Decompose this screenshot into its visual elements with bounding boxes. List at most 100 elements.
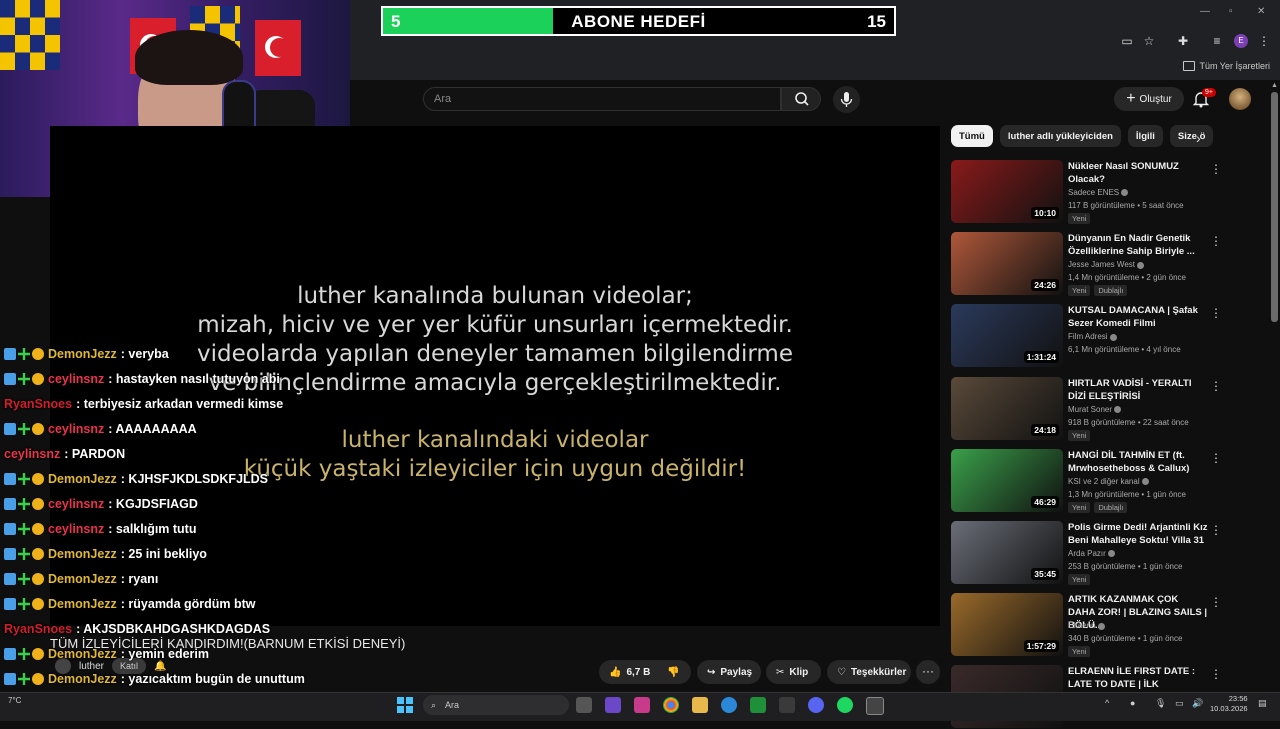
cast-icon[interactable]: ▭ [1120,34,1134,48]
chat-badge-icon [18,473,30,485]
video-thumbnail[interactable]: 24:18 [951,376,1063,440]
more-actions-button[interactable]: ··· [916,660,940,684]
recommended-channel[interactable]: Murat Soner [1068,405,1122,414]
filter-chip[interactable]: İlgili [1127,125,1163,147]
more-options-icon[interactable]: ⋮ [1210,162,1222,176]
maximize-icon[interactable]: ▫ [1229,6,1233,17]
spotify-icon[interactable] [837,697,853,713]
volume-icon[interactable]: 🔊 [1192,698,1203,709]
profile-avatar[interactable]: E [1234,34,1248,48]
discord-icon[interactable] [808,697,824,713]
app-icon[interactable] [634,697,650,713]
tray-chevron-icon[interactable]: ^ [1105,698,1109,708]
file-explorer-icon[interactable] [692,697,708,713]
all-bookmarks-folder[interactable]: Tüm Yer İşaretleri [1183,61,1270,71]
chat-badge-icon [4,523,16,535]
more-options-icon[interactable]: ⋮ [1210,234,1222,248]
more-options-icon[interactable]: ⋮ [1210,595,1222,609]
notification-center-icon[interactable]: ▤ [1258,698,1267,709]
recommended-video-title[interactable]: Dünyanın En Nadir Genetik Özelliklerine … [1068,232,1208,258]
recommended-channel[interactable]: KSI ve 2 diğer kanal [1068,477,1149,486]
filter-chip[interactable]: luther adlı yükleyiciden [999,125,1121,147]
browser-menu-icon[interactable]: ⋮ [1257,34,1271,48]
close-window-icon[interactable]: ✕ [1257,6,1265,17]
filter-chip[interactable]: Size ö [1169,125,1214,147]
recommended-channel[interactable]: Film Adresi [1068,332,1117,341]
recommended-channel[interactable]: Elraenn [1068,621,1105,630]
recommended-video[interactable]: 46:29 HANGİ DİL TAHMİN ET (ft. Mrwhosethe… [951,448,1271,513]
recommended-video-title[interactable]: KUTSAL DAMACANA | Şafak Sezer Komedi Fil… [1068,304,1208,330]
clip-button[interactable]: ✂ Klip [766,660,821,684]
thanks-button[interactable]: ♡ Teşekkürler [827,660,911,684]
like-dislike-group[interactable]: 👍 6,7 B 👎 [599,660,691,684]
recommended-video[interactable]: 1:57:29 ARTIK KAZANMAK ÇOK DAHA ZOR! | BL… [951,593,1271,658]
more-options-icon[interactable]: ⋮ [1210,379,1222,393]
video-thumbnail[interactable]: 1:31:24 [951,304,1063,368]
chat-message: RyanSnoes: AKJSDBKAHDGASHKDAGDAS [4,618,270,640]
chevron-right-icon[interactable]: › [1196,130,1201,146]
chrome-icon[interactable] [663,697,679,713]
chat-badges [4,373,44,385]
edge-icon[interactable] [721,697,737,713]
more-options-icon[interactable]: ⋮ [1210,306,1222,320]
video-thumbnail[interactable]: 10:10 [951,160,1063,223]
recommended-channel[interactable]: Jesse James West [1068,260,1144,269]
video-thumbnail[interactable]: 24:26 [951,232,1063,296]
like-icon[interactable]: 👍 [609,667,621,678]
voice-search-button[interactable] [833,86,860,113]
page-scrollbar[interactable] [1271,92,1278,322]
recommended-video-title[interactable]: HANGİ DİL TAHMİN ET (ft. Mrwhosetheboss … [1068,449,1208,475]
chat-text: : AAAAAAAAA [108,422,197,436]
app-icon[interactable] [779,697,795,713]
recommended-video[interactable]: 1:31:24 KUTSAL DAMACANA | Şafak Sezer Kom… [951,304,1271,368]
weather-widget[interactable]: 7°C [8,696,21,705]
obs-icon[interactable] [866,697,884,715]
more-options-icon[interactable]: ⋮ [1210,667,1222,681]
recommended-video[interactable]: 24:18 HIRTLAR VADİSİ - YERALTI DİZİ ELEŞT… [951,376,1271,441]
app-icon[interactable] [605,697,621,713]
chat-badge-icon [18,523,30,535]
xbox-icon[interactable] [750,697,766,713]
share-button[interactable]: ↪ Paylaş [697,660,761,684]
bookmark-star-icon[interactable]: ☆ [1142,34,1156,48]
dislike-icon[interactable]: 👎 [667,667,679,678]
chat-badges [4,523,44,535]
task-view-icon[interactable] [576,697,592,713]
recommended-video-title[interactable]: Polis Girme Dedi! Arjantinli Kız Beni Ma… [1068,521,1208,547]
video-thumbnail[interactable]: 46:29 [951,448,1063,512]
recommended-video-title[interactable]: Nükleer Nasıl SONUMUZ Olacak? [1068,160,1208,186]
more-options-icon[interactable]: ⋮ [1210,451,1222,465]
search-input[interactable]: Ara [423,87,781,111]
chat-text: : KGJDSFIAGD [108,497,198,511]
wall-flag-red-2 [255,20,301,76]
chat-message: ceylinsnz: AAAAAAAAA [4,418,197,440]
recommended-video[interactable]: 24:26 Dünyanın En Nadir Genetik Özellikle… [951,232,1271,297]
video-thumbnail[interactable]: 1:57:29 [951,593,1063,657]
tray-mic-icon[interactable]: 🎙 [1155,698,1166,709]
search-button[interactable] [781,87,821,111]
plus-icon: + [1126,90,1136,107]
recommended-channel[interactable]: Sadece ENES [1068,188,1129,197]
reading-list-icon[interactable]: ≡ [1210,34,1224,48]
network-icon[interactable]: ▭ [1175,698,1184,709]
extensions-icon[interactable]: ✚ [1176,34,1190,48]
taskbar-search-input[interactable]: ⌕ Ara [423,695,569,715]
tray-app-icon[interactable]: ● [1130,698,1135,708]
chat-message: DemonJezz: veryba [4,343,169,365]
account-avatar[interactable] [1229,88,1251,110]
taskbar-clock[interactable]: 23:56 10.03.2026 [1210,694,1248,714]
recommended-video[interactable]: 35:45 Polis Girme Dedi! Arjantinli Kız Be… [951,521,1271,585]
video-thumbnail[interactable]: 35:45 [951,521,1063,584]
more-options-icon[interactable]: ⋮ [1210,523,1222,537]
taskbar-search-placeholder: Ara [445,700,460,710]
filter-chip[interactable]: Tümü [951,125,993,147]
chat-badge-icon [4,348,16,360]
recommended-channel[interactable]: Arda Pazır [1068,549,1115,558]
recommended-channel-name: Arda Pazır [1068,549,1106,558]
create-button[interactable]: + Oluştur [1114,87,1184,111]
windows-start-icon[interactable] [397,697,413,713]
scroll-up-arrow[interactable]: ▲ [1271,82,1278,89]
recommended-video-title[interactable]: HIRTLAR VADİSİ - YERALTI DİZİ ELEŞTİRİSİ [1068,377,1208,403]
recommended-video[interactable]: 10:10 Nükleer Nasıl SONUMUZ Olacak? Sadece… [951,160,1271,224]
minimize-icon[interactable]: — [1200,6,1210,17]
